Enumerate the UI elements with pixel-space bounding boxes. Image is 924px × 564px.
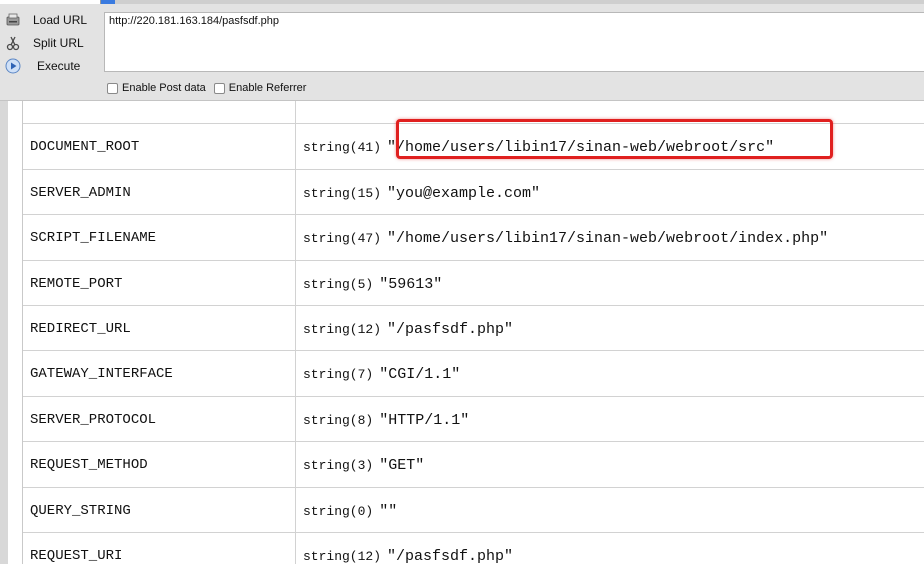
table-row: QUERY_STRING string(0) "" (23, 487, 924, 533)
column-divider (295, 215, 296, 260)
var-key: GATEWAY_INTERFACE (30, 366, 173, 383)
table-row: DOCUMENT_ROOT string(41) "/home/users/lib… (23, 124, 924, 170)
var-key: QUERY_STRING (30, 502, 131, 519)
table-row: REMOTE_PORT string(5) "59613" (23, 260, 924, 306)
execute-label: Execute (37, 58, 81, 73)
load-url-icon (5, 12, 21, 28)
var-key: SERVER_PROTOCOL (30, 411, 157, 428)
var-key: SCRIPT_FILENAME (30, 230, 157, 247)
var-value: string(47) "/home/users/libin17/sinan-web… (303, 229, 828, 247)
table-row: REQUEST_URI string(12) "/pasfsdf.php" (23, 532, 924, 564)
execute-icon (5, 58, 21, 74)
var-value: string(12) "/pasfsdf.php" (303, 547, 513, 564)
var-type: string(8) (303, 412, 374, 428)
toolbar-tab-stub[interactable] (0, 0, 101, 4)
execute-button[interactable]: Execute (0, 54, 104, 77)
enable-referrer-option[interactable]: Enable Referrer (213, 82, 307, 94)
enable-post-data-label: Enable Post data (122, 82, 206, 94)
enable-referrer-label: Enable Referrer (228, 82, 307, 94)
column-divider (295, 442, 296, 487)
split-url-label: Split URL (33, 35, 84, 50)
var-string: "" (379, 502, 398, 520)
var-key: SERVER_ADMIN (30, 184, 131, 201)
var-key: DOCUMENT_ROOT (30, 139, 140, 156)
toolbar-actions: Load URL Split URL Execute (0, 8, 104, 77)
enable-post-data-checkbox[interactable] (107, 82, 118, 94)
column-divider (295, 351, 296, 396)
var-value: string(3) "GET" (303, 456, 424, 474)
var-value: string(15) "you@example.com" (303, 184, 540, 202)
split-url-button[interactable]: Split URL (0, 31, 104, 54)
var-type: string(12) (303, 548, 382, 564)
hackbar-toolbar: Load URL Split URL Execute http://220.18… (0, 0, 924, 101)
var-type: string(5) (303, 276, 374, 292)
var-type: string(0) (303, 503, 374, 519)
column-divider (295, 305, 296, 351)
column-divider (295, 396, 296, 442)
var-value: string(7) "CGI/1.1" (303, 365, 460, 383)
column-divider (295, 532, 296, 564)
var-value: string(0) "" (303, 502, 397, 520)
var-string: "/home/users/libin17/sinan-web/webroot/s… (387, 139, 775, 157)
var-value: string(12) "/pasfsdf.php" (303, 320, 513, 338)
var-type: string(15) (303, 185, 382, 201)
toolbar-top-strip (0, 0, 924, 4)
var-value: string(41) "/home/users/libin17/sinan-web… (303, 138, 774, 156)
var-string: "/home/users/libin17/sinan-web/webroot/i… (387, 230, 829, 248)
var-string: "59613" (379, 275, 443, 293)
table-row: SCRIPT_FILENAME string(47) "/home/users/l… (23, 215, 924, 261)
column-divider (295, 487, 296, 532)
var-string: "/pasfsdf.php" (387, 547, 514, 564)
enable-post-data-option[interactable]: Enable Post data (107, 82, 206, 94)
left-gutter (0, 101, 8, 564)
var-type: string(3) (303, 458, 374, 474)
var-type: string(41) (303, 140, 382, 156)
var-type: string(7) (303, 367, 374, 383)
column-divider (295, 169, 296, 215)
var-key: REDIRECT_URL (30, 321, 131, 338)
var-string: "/pasfsdf.php" (387, 321, 514, 339)
var-key: REMOTE_PORT (30, 275, 123, 292)
column-divider (295, 124, 296, 169)
toolbar-options: Enable Post data Enable Referrer (107, 82, 314, 94)
column-divider (295, 260, 296, 305)
var-type: string(47) (303, 231, 382, 247)
table-row: SERVER_PROTOCOL string(8) "HTTP/1.1" (23, 396, 924, 443)
var-value: string(5) "59613" (303, 275, 442, 293)
var-string: "GET" (379, 457, 425, 475)
table-row: REDIRECT_URL string(12) "/pasfsdf.php" (23, 305, 924, 352)
var-value: string(8) "HTTP/1.1" (303, 411, 469, 429)
server-vars-table: DOCUMENT_ROOT string(41) "/home/users/lib… (23, 79, 924, 564)
var-type: string(12) (303, 322, 382, 338)
table-row: SERVER_ADMIN string(15) "you@example.com" (23, 169, 924, 216)
toolbar-tab-accent[interactable] (101, 0, 115, 4)
url-input[interactable]: http://220.181.163.184/pasfsdf.php (104, 12, 924, 72)
enable-referrer-checkbox[interactable] (213, 82, 225, 94)
split-url-icon (5, 35, 21, 51)
var-string: "you@example.com" (387, 184, 541, 202)
table-row: GATEWAY_INTERFACE string(7) "CGI/1.1" (23, 351, 924, 397)
var-key: REQUEST_URI (30, 547, 123, 564)
var-string: "CGI/1.1" (379, 366, 461, 384)
var-key: REQUEST_METHOD (30, 457, 148, 474)
var-string: "HTTP/1.1" (379, 411, 470, 429)
table-row: REQUEST_METHOD string(3) "GET" (23, 442, 924, 488)
browser-page: DOCUMENT_ROOT string(41) "/home/users/lib… (0, 0, 924, 564)
load-url-button[interactable]: Load URL (0, 8, 104, 31)
load-url-label: Load URL (33, 12, 88, 27)
